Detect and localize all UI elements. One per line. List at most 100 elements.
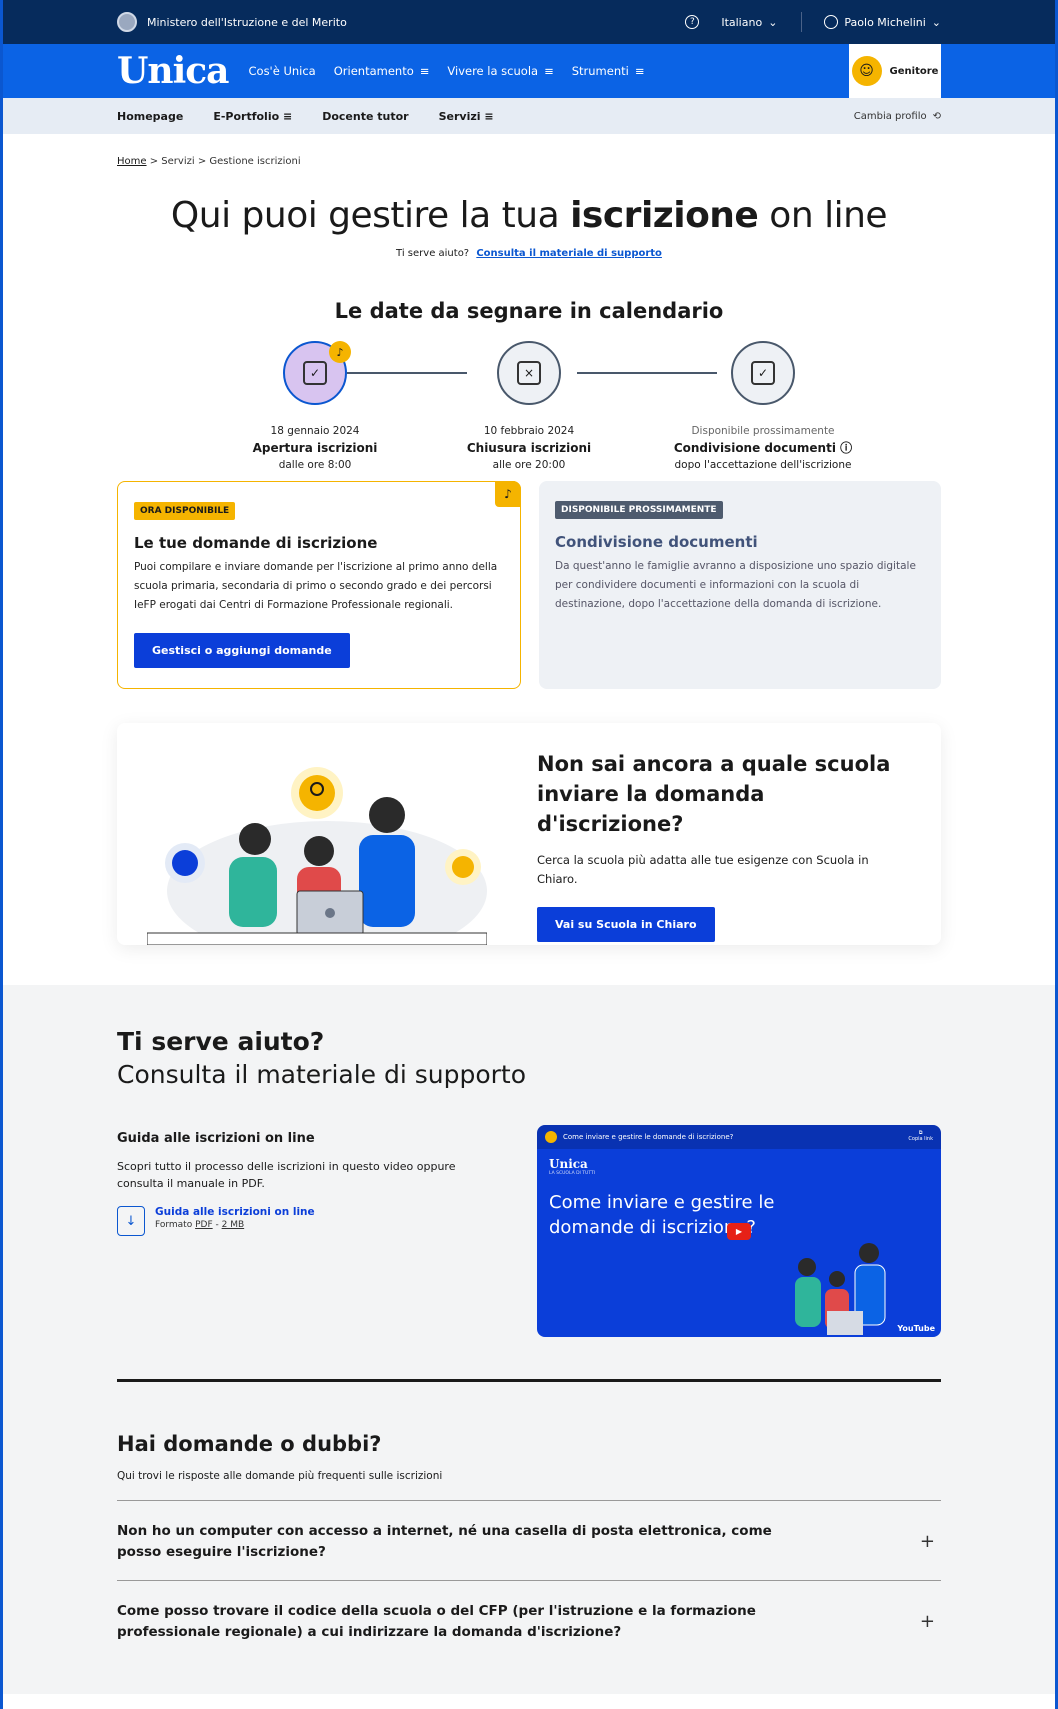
breadcrumb-home-link[interactable]: Home bbox=[117, 156, 147, 167]
guide-text: Scopri tutto il processo delle iscrizion… bbox=[117, 1160, 456, 1190]
ministry-name[interactable]: Ministero dell'Istruzione e del Merito bbox=[147, 16, 347, 29]
breadcrumb-servizi[interactable]: Servizi bbox=[161, 156, 194, 167]
subnav-label: Servizi bbox=[438, 109, 481, 123]
format-type: PDF bbox=[195, 1220, 213, 1230]
format-separator: - bbox=[212, 1220, 222, 1230]
promo-content: Non sai ancora a quale scuola inviare la… bbox=[537, 749, 897, 942]
page-title: Qui puoi gestire la tua iscrizione on li… bbox=[117, 195, 941, 236]
subnav-item-docente-tutor[interactable]: Docente tutor bbox=[322, 110, 408, 123]
calendar-check-icon: ✓ bbox=[303, 361, 327, 385]
nav-item-vivere-la-scuola[interactable]: Vivere la scuola ≡ bbox=[447, 64, 553, 78]
format-prefix: Formato bbox=[155, 1220, 196, 1230]
step-note: dalle ore 8:00 bbox=[278, 459, 352, 471]
help-text: Ti serve aiuto? bbox=[396, 248, 470, 259]
chevron-down-icon: ⌄ bbox=[931, 15, 941, 29]
user-menu[interactable]: Paolo Michelini ⌄ bbox=[824, 15, 941, 29]
nav-item-strumenti[interactable]: Strumenti ≡ bbox=[572, 64, 645, 78]
bell-icon: ♪ bbox=[329, 341, 351, 363]
unica-logo[interactable]: Unica bbox=[117, 53, 229, 89]
promo-text: Cerca la scuola più adatta alle tue esig… bbox=[537, 853, 869, 886]
step-note: alle ore 20:00 bbox=[492, 459, 566, 471]
subnav-item-e-portfolio[interactable]: E-Portfolio ≡ bbox=[213, 110, 292, 123]
card-text: Da quest'anno le famiglie avranno a disp… bbox=[555, 560, 916, 610]
support-subtitle: Consulta il materiale di supporto bbox=[117, 1060, 527, 1089]
main-navigation: Cos'è Unica Orientamento ≡ Vivere la scuo… bbox=[249, 64, 645, 78]
nav-label: Vivere la scuola bbox=[447, 64, 539, 78]
step-date: 18 gennaio 2024 bbox=[270, 425, 360, 437]
status-badge: DISPONIBILE PROSSIMAMENTE bbox=[555, 501, 723, 519]
timeline-connector bbox=[347, 372, 467, 374]
download-label: Guida alle iscrizioni on line bbox=[155, 1206, 315, 1218]
plus-icon[interactable]: + bbox=[920, 1531, 935, 1552]
subnav-label: E-Portfolio bbox=[213, 109, 280, 123]
subnav-item-servizi[interactable]: Servizi ≡ bbox=[439, 110, 494, 123]
promo-title: Non sai ancora a quale scuola inviare la… bbox=[537, 752, 891, 836]
title-bold: iscrizione bbox=[570, 195, 759, 236]
copy-link-button[interactable]: ⧉ Copia link bbox=[908, 1130, 933, 1142]
faq-item[interactable]: Come posso trovare il codice della scuol… bbox=[117, 1580, 941, 1660]
secondary-navigation: Homepage E-Portfolio ≡ Docente tutor Ser… bbox=[3, 98, 1055, 134]
brand-navbar: Unica Cos'è Unica Orientamento ≡ Vivere l… bbox=[3, 44, 1055, 98]
section-divider bbox=[117, 1379, 941, 1382]
faq-item[interactable]: Non ho un computer con accesso a interne… bbox=[117, 1500, 941, 1580]
nav-label: Cos'è Unica bbox=[248, 64, 316, 78]
info-icon[interactable]: ⓘ bbox=[840, 441, 852, 455]
clipboard-check-icon: ✓ bbox=[751, 361, 775, 385]
title-part: Qui puoi gestire la tua bbox=[170, 195, 571, 236]
nav-label: Strumenti bbox=[571, 64, 629, 78]
breadcrumb: Home > Servizi > Gestione iscrizioni bbox=[117, 156, 941, 167]
plus-icon[interactable]: + bbox=[920, 1611, 935, 1632]
step-title: Apertura iscrizioni bbox=[252, 441, 378, 455]
republic-emblem-icon bbox=[117, 12, 137, 32]
menu-icon: ≡ bbox=[283, 109, 293, 123]
calendar-timeline: ✓ ♪ × ✓ 18 gennaio 2024 Apertura iscrizi… bbox=[117, 341, 941, 481]
hero-help: Ti serve aiuto? Consulta il materiale di… bbox=[117, 248, 941, 259]
bell-icon: ♪ bbox=[495, 481, 521, 507]
download-guide-link[interactable]: ↓ Guida alle iscrizioni on line Formato … bbox=[117, 1206, 537, 1236]
copy-link-label: Copia link bbox=[908, 1136, 933, 1142]
step-title: Condivisione documenti bbox=[673, 441, 836, 455]
status-badge: ORA DISPONIBILE bbox=[134, 502, 236, 520]
guide-block: Guida alle iscrizioni on line Scopri tut… bbox=[117, 1125, 941, 1337]
video-logo: Unica bbox=[549, 1157, 588, 1171]
nav-label: Orientamento bbox=[333, 64, 414, 78]
timeline-label-chiusura: 10 febbraio 2024 Chiusura iscrizioni all… bbox=[429, 423, 629, 474]
menu-icon: ≡ bbox=[419, 64, 430, 78]
chevron-down-icon: ⌄ bbox=[768, 15, 778, 29]
timeline-connector bbox=[577, 372, 717, 374]
question-circle-icon[interactable]: ? bbox=[685, 15, 700, 29]
breadcrumb-separator: > bbox=[197, 156, 207, 167]
video-title: Come inviare e gestire le domande di isc… bbox=[549, 1192, 775, 1238]
play-icon[interactable]: ▶ bbox=[727, 1223, 751, 1240]
topbar-divider bbox=[801, 12, 803, 32]
title-part: on line bbox=[758, 195, 888, 236]
scuola-in-chiaro-button[interactable]: Vai su Scuola in Chiaro bbox=[537, 907, 715, 942]
support-material-link[interactable]: Consulta il materiale di supporto bbox=[476, 248, 662, 259]
card-condivisione-documenti: DISPONIBILE PROSSIMAMENTE Condivisione d… bbox=[539, 481, 941, 689]
calendar-close-icon: × bbox=[517, 361, 541, 385]
guide-video-player[interactable]: Come inviare e gestire le domande di isc… bbox=[537, 1125, 941, 1337]
support-section: Ti serve aiuto? Consulta il materiale di… bbox=[3, 985, 1055, 1694]
faq-question: Come posso trovare il codice della scuol… bbox=[117, 1603, 756, 1640]
video-top-title: Come inviare e gestire le domande di isc… bbox=[563, 1133, 734, 1141]
nav-item-orientamento[interactable]: Orientamento ≡ bbox=[334, 64, 430, 78]
profile-genitore-button[interactable]: ☺ Genitore bbox=[849, 44, 941, 98]
timeline-step-chiusura: × bbox=[497, 341, 561, 405]
step-title: Chiusura iscrizioni bbox=[466, 441, 592, 455]
card-title: Le tue domande di iscrizione bbox=[134, 534, 378, 552]
youtube-logo[interactable]: YouTube bbox=[897, 1324, 935, 1333]
nav-item-cose-unica[interactable]: Cos'è Unica bbox=[249, 64, 316, 78]
switch-profile-label: Cambia profilo bbox=[853, 110, 927, 122]
service-cards: ♪ ORA DISPONIBILE Le tue domande di iscr… bbox=[117, 481, 941, 689]
card-title: Condivisione documenti bbox=[555, 533, 758, 551]
step-note: dopo l'accettazione dell'iscrizione bbox=[674, 459, 852, 471]
language-selector[interactable]: Italiano ⌄ bbox=[721, 16, 777, 29]
download-meta: Formato PDF - 2 MB bbox=[155, 1220, 315, 1230]
timeline-label-condivisione: Disponibile prossimamente Condivisione d… bbox=[663, 423, 863, 474]
language-label: Italiano bbox=[721, 15, 763, 29]
manage-applications-button[interactable]: Gestisci o aggiungi domande bbox=[134, 633, 350, 668]
subnav-item-homepage[interactable]: Homepage bbox=[117, 110, 183, 123]
file-size: 2 MB bbox=[221, 1220, 245, 1230]
channel-avatar bbox=[545, 1131, 557, 1143]
switch-profile-link[interactable]: Cambia profilo ⟲ bbox=[854, 111, 941, 122]
